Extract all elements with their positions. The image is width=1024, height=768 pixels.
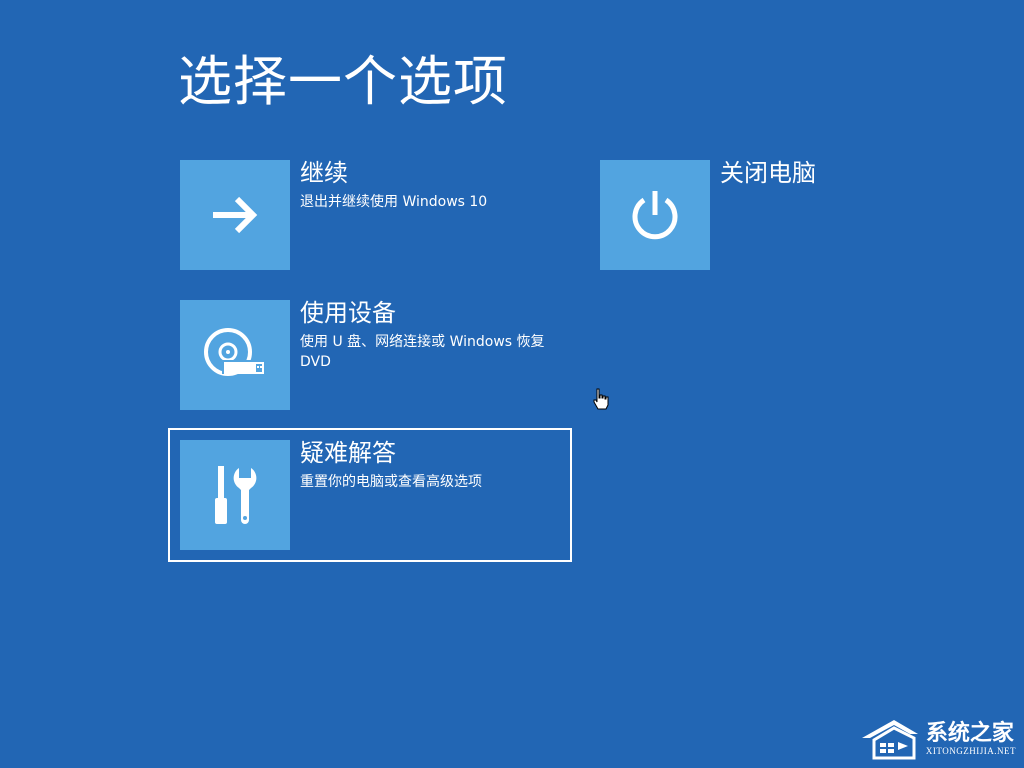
watermark-url: XITONGZHIJIA.NET [925, 746, 1016, 756]
power-icon [632, 191, 678, 240]
option-shutdown[interactable]: 关闭电脑 [588, 148, 888, 278]
option-continue-description: 退出并继续使用 Windows 10 [300, 194, 488, 210]
option-use-device-description: 使用 U 盘、网络连接或 Windows 恢复 DVD [300, 334, 545, 370]
arrow-right-icon [213, 196, 258, 234]
option-shutdown-title: 关闭电脑 [720, 159, 816, 187]
option-troubleshoot-description: 重置你的电脑或查看高级选项 [300, 474, 482, 490]
option-troubleshoot[interactable]: 疑难解答 重置你的电脑或查看高级选项 [168, 428, 572, 562]
option-troubleshoot-tile [180, 440, 290, 550]
option-continue[interactable]: 继续 退出并继续使用 Windows 10 [168, 148, 568, 278]
watermark-name: 系统之家 [925, 721, 1014, 746]
tools-icon [215, 466, 257, 524]
option-continue-tile [180, 160, 290, 270]
recovery-screen: 选择一个选项 继续 退出并继续使用 Windows 10 使用设备 使用 U 盘… [0, 0, 1024, 768]
house-logo-icon [861, 720, 918, 760]
option-use-device-title: 使用设备 [300, 299, 396, 327]
hand-cursor-icon [593, 388, 609, 410]
option-use-device[interactable]: 使用设备 使用 U 盘、网络连接或 Windows 恢复 DVD [168, 288, 568, 418]
option-troubleshoot-title: 疑难解答 [300, 439, 396, 467]
option-continue-title: 继续 [300, 159, 348, 187]
page-title: 选择一个选项 [178, 50, 508, 113]
disc-usb-icon [204, 328, 264, 376]
option-shutdown-tile [600, 160, 710, 270]
watermark: 系统之家 XITONGZHIJIA.NET [860, 716, 1016, 762]
option-use-device-tile [180, 300, 290, 410]
